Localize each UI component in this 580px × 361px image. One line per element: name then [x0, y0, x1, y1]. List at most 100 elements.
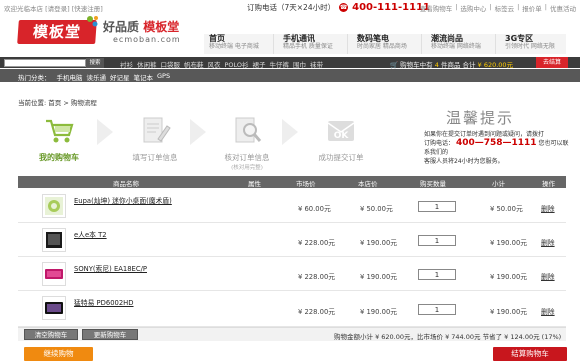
quantity-input[interactable]: 1: [418, 304, 456, 315]
pencil-step-icon: [143, 117, 171, 143]
tip-tel-label: 订购电话：: [424, 140, 455, 147]
clear-cart-button[interactable]: 清空购物车: [24, 329, 78, 340]
market-price: ¥ 228.00元: [298, 273, 336, 281]
hot-link[interactable]: GPS: [157, 72, 170, 82]
top-link-cart[interactable]: 查看购物车: [420, 3, 453, 13]
product-image: [46, 232, 62, 248]
top-link-promo[interactable]: 优惠活动: [550, 3, 576, 13]
magnifier-step-icon: [235, 117, 262, 143]
arrow-icon: [97, 119, 113, 145]
market-price: ¥ 228.00元: [298, 308, 336, 316]
nav-link[interactable]: 风衣: [208, 59, 221, 69]
delete-link[interactable]: 删除: [541, 271, 555, 281]
product-thumb[interactable]: [42, 296, 66, 320]
continue-shopping-button[interactable]: 继续购物: [24, 347, 93, 361]
tip-tel: 400—758—1111: [455, 138, 537, 148]
nav-link[interactable]: 围巾: [293, 59, 306, 69]
nav-links: 衬衫 休闲裤 口袋服 帆布鞋 风衣 POLO衫 裙子 牛仔裤 围巾 袜带: [120, 59, 323, 69]
category-sub: 精品手机 质量保证: [283, 43, 333, 50]
market-price: ¥ 60.00元: [298, 205, 331, 213]
hot-link[interactable]: 手机电脑: [57, 72, 83, 82]
col-market: 市场价: [296, 180, 316, 188]
welcome-text: 欢迎光临本店: [4, 5, 43, 13]
hot-link[interactable]: 笔记本: [134, 72, 154, 82]
nav-link[interactable]: 衬衫: [120, 59, 133, 69]
quantity-input[interactable]: 1: [418, 201, 456, 212]
category-home[interactable]: 首页 移动终端 电子商城: [206, 34, 274, 54]
welcome-area: 欢迎光临本店 [请登录] [快速注册]: [4, 3, 103, 13]
nav-link[interactable]: POLO衫: [225, 59, 249, 69]
hot-link[interactable]: 好记星: [110, 72, 130, 82]
category-title: 首页: [209, 34, 225, 43]
cart-step-icon: [46, 119, 74, 143]
step-check-order: 核对订单信息 (核对用完整): [212, 113, 282, 171]
category-digital[interactable]: 数码笔电 时尚家居 精品商场: [354, 34, 422, 54]
product-name[interactable]: SONY(索尼) EA18EC/P: [74, 263, 147, 273]
shop-price: ¥ 190.00元: [360, 239, 398, 247]
hotline-label: 订购电话（7天×24小时）: [247, 3, 336, 12]
delete-link[interactable]: 删除: [541, 203, 555, 213]
col-action: 操作: [542, 180, 555, 188]
phone-icon: ☎: [339, 3, 349, 12]
update-cart-button[interactable]: 更新购物车: [82, 329, 138, 340]
col-attr: 属性: [248, 180, 261, 188]
top-link-tags[interactable]: 标签云: [495, 3, 515, 13]
arrow-icon: [282, 119, 298, 145]
row-subtotal: ¥ 190.00元: [490, 308, 528, 316]
cart-icon: 🛒: [390, 61, 399, 69]
product-image: [45, 302, 63, 314]
register-link[interactable]: [快速注册]: [72, 5, 103, 13]
shop-price: ¥ 190.00元: [360, 273, 398, 281]
delete-link[interactable]: 删除: [541, 237, 555, 247]
product-thumb[interactable]: [42, 228, 66, 252]
cart-summary[interactable]: 🛒 购物车中有 4 件商品 合计 ¥ 620.00元: [390, 59, 513, 69]
step-label: 核对订单信息: [224, 153, 270, 162]
hot-categories: 热门分类： 手机电脑 读乐通 好记星 笔记本 GPS: [0, 69, 580, 82]
category-3g[interactable]: 3G专区 引领时代 网络无限: [502, 34, 566, 54]
tip-title: 温馨提示: [446, 109, 515, 127]
step-cart: 我的购物车: [24, 113, 94, 163]
product-thumb[interactable]: [42, 262, 66, 286]
product-thumb[interactable]: [42, 194, 66, 218]
table-row: e人e本 T2 ¥ 228.00元 ¥ 190.00元 1 ¥ 190.00元 …: [18, 223, 566, 257]
checkout-button[interactable]: 结算购物车: [493, 347, 567, 361]
search-input[interactable]: [4, 59, 86, 67]
top-link-quote[interactable]: 报价单: [522, 3, 542, 13]
nav-link[interactable]: 帆布鞋: [184, 59, 204, 69]
category-title: 数码笔电: [357, 34, 389, 43]
nav-link[interactable]: 牛仔裤: [270, 59, 290, 69]
search-button[interactable]: 搜索: [86, 58, 104, 68]
product-name[interactable]: e人e本 T2: [74, 229, 107, 239]
product-name[interactable]: 猛特易 PD6002HD: [74, 297, 134, 307]
row-subtotal: ¥ 190.00元: [490, 239, 528, 247]
product-name[interactable]: Eupa(灿坤) 迷你小桌面(魔术盾): [74, 195, 172, 205]
nav-link[interactable]: 袜带: [310, 59, 323, 69]
category-phones[interactable]: 手机通讯 精品手机 质量保证: [280, 34, 348, 54]
nav-link[interactable]: 裙子: [253, 59, 266, 69]
site-domain: ecmoban.com: [113, 35, 181, 44]
row-subtotal: ¥ 50.00元: [490, 205, 523, 213]
category-title: 潮流尚品: [431, 34, 463, 43]
category-fashion[interactable]: 潮流尚品 移动终端 网络终端: [428, 34, 496, 54]
hotline-number: 400-111-1111: [352, 2, 430, 13]
checkout-top-button[interactable]: 去结算: [536, 57, 568, 68]
divider: |: [455, 3, 458, 11]
tip-tel-row: 订购电话： 400—758—1111 您也可以联系我们的: [424, 139, 569, 157]
top-bar: 欢迎光临本店 [请登录] [快速注册] 订购电话（7天×24小时） ☎ 400-…: [0, 0, 580, 13]
nav-link[interactable]: 口袋服: [161, 59, 181, 69]
top-link-pick[interactable]: 选购中心: [460, 3, 486, 13]
step-label: 我的购物车: [39, 153, 79, 162]
quantity-input[interactable]: 1: [418, 269, 456, 280]
quantity-input[interactable]: 1: [418, 235, 456, 246]
nav-link[interactable]: 休闲裤: [137, 59, 157, 69]
category-title: 3G专区: [505, 34, 534, 43]
col-shop: 本店价: [358, 180, 378, 188]
svg-text:OK: OK: [334, 131, 350, 141]
site-logo[interactable]: 模板堂: [17, 20, 97, 44]
delete-link[interactable]: 删除: [541, 306, 555, 316]
hot-link[interactable]: 读乐通: [87, 72, 107, 82]
hot-label: 热门分类：: [18, 74, 51, 82]
step-label: 成功提交订单: [318, 153, 364, 162]
arrow-icon: [190, 119, 206, 145]
login-link[interactable]: [请登录]: [45, 5, 70, 13]
